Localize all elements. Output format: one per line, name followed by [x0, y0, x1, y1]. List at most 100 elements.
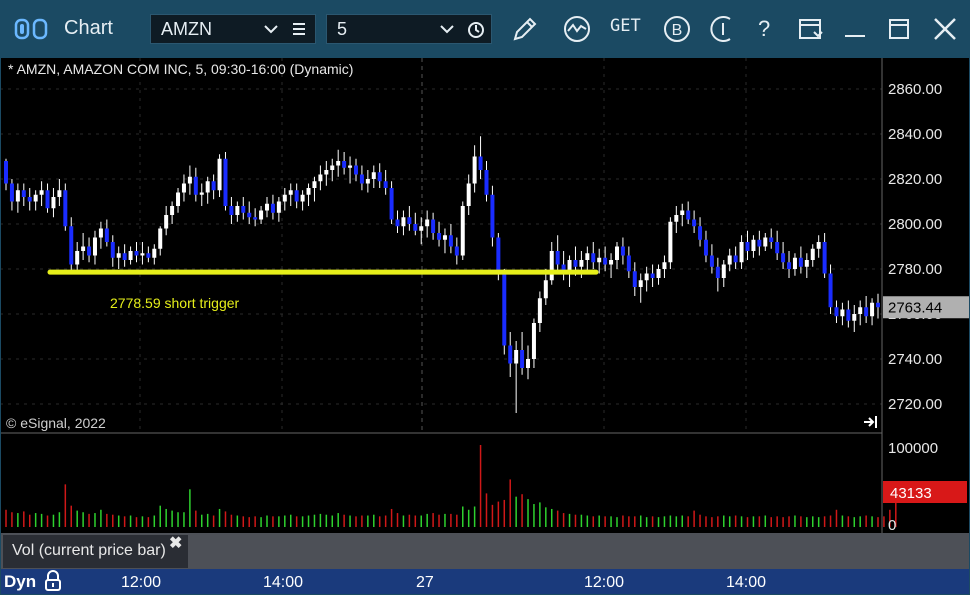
candle-body — [520, 350, 525, 368]
candle-body — [69, 226, 74, 265]
draw-pencil-icon[interactable] — [510, 14, 540, 44]
volume-bar — [444, 513, 446, 527]
b-circle-icon[interactable]: B — [662, 14, 692, 44]
volume-bar — [117, 515, 120, 527]
candle-body — [57, 190, 62, 197]
candle-body — [502, 273, 507, 346]
volume-bar — [361, 515, 363, 527]
help-icon[interactable]: ? — [752, 14, 782, 44]
volume-bar — [165, 508, 167, 527]
candle-body — [484, 170, 489, 195]
chevron-down-icon[interactable] — [439, 23, 455, 35]
volume-bar — [598, 515, 600, 527]
candle-body — [650, 273, 655, 278]
volume-bar — [367, 515, 369, 527]
volume-bar — [681, 515, 683, 527]
candle-body — [288, 190, 293, 195]
volume-bar — [438, 514, 440, 527]
candle-body — [87, 246, 92, 256]
volume-bar — [218, 508, 221, 527]
y-tick-label: 2800.00 — [888, 216, 942, 233]
volume-bar — [811, 516, 814, 527]
volume-bar — [610, 516, 612, 527]
volume-bar — [586, 515, 589, 527]
volume-bar — [408, 514, 411, 527]
info-circle-icon[interactable] — [708, 14, 738, 44]
volume-bar — [616, 517, 618, 527]
volume-bar — [23, 511, 25, 527]
candle-body — [603, 257, 608, 265]
volume-bar — [100, 509, 102, 527]
candle-body — [81, 246, 86, 251]
get-icon[interactable]: GET — [608, 14, 644, 44]
volume-bar — [46, 515, 49, 527]
volume-bar — [349, 515, 351, 527]
interval-select[interactable]: 5 — [326, 14, 492, 44]
volume-bar — [728, 516, 731, 527]
minimize-icon[interactable] — [840, 14, 870, 44]
volume-bar — [5, 509, 7, 527]
candle-body — [21, 190, 26, 197]
study-icon[interactable] — [562, 14, 592, 44]
dynamic-mode-label[interactable]: Dyn — [4, 572, 36, 592]
y-tick-label: 2740.00 — [888, 351, 942, 368]
settings-window-icon[interactable] — [796, 14, 826, 44]
volume-bar — [355, 516, 357, 527]
candle-body — [158, 228, 163, 249]
candle-body — [656, 269, 661, 278]
close-study-icon[interactable]: ✖ — [169, 533, 182, 553]
candle-body — [229, 206, 234, 215]
price-chart[interactable]: * AMZN, AMAZON COM INC, 5, 09:30-16:00 (… — [0, 58, 970, 533]
volume-bar — [390, 508, 393, 527]
volume-bar — [628, 516, 630, 527]
volume-bar — [313, 514, 316, 527]
candle-body — [531, 323, 536, 359]
candle-body — [680, 210, 685, 215]
candle-body — [781, 253, 786, 263]
candle-body — [852, 314, 857, 321]
candle-body — [377, 172, 382, 182]
volume-bar — [473, 506, 476, 527]
candle-body — [259, 210, 264, 220]
volume-bar — [462, 506, 464, 527]
candle-body — [442, 235, 447, 240]
maximize-icon[interactable] — [884, 14, 914, 44]
lock-icon[interactable] — [43, 570, 63, 592]
candle-body — [686, 210, 691, 220]
volume-bar — [734, 515, 737, 527]
clock-icon[interactable] — [467, 21, 485, 39]
volume-bar — [634, 516, 636, 527]
candle — [502, 269, 507, 355]
volume-bar — [402, 515, 405, 527]
candle-body — [858, 307, 863, 314]
volume-bar — [865, 515, 867, 527]
volume-last-label: 43133 — [890, 485, 932, 502]
candle-body — [775, 242, 780, 254]
volume-bar — [331, 515, 334, 527]
candle-body — [567, 260, 572, 272]
candle-body — [63, 190, 68, 227]
list-menu-icon[interactable] — [291, 22, 307, 36]
candle-body — [870, 302, 875, 317]
candle-body — [626, 255, 631, 272]
candle-body — [193, 176, 198, 195]
candle-body — [306, 188, 311, 195]
volume-bar — [853, 517, 856, 527]
candle-body — [644, 273, 649, 281]
symbol-select[interactable]: AMZN — [150, 14, 316, 44]
close-icon[interactable] — [930, 14, 960, 44]
candle-body — [425, 219, 430, 227]
chevron-down-icon[interactable] — [263, 23, 279, 35]
volume-bar — [604, 516, 606, 527]
volume-bar — [135, 517, 138, 527]
volume-bar — [195, 510, 197, 527]
candle-body — [597, 257, 602, 263]
candle-body — [543, 280, 548, 299]
volume-bar — [153, 515, 156, 527]
candle-body — [448, 235, 453, 247]
volume-bar — [319, 513, 322, 527]
volume-tick-top: 100000 — [888, 440, 938, 457]
candle-body — [187, 176, 192, 184]
candle-body — [217, 158, 222, 191]
candle-body — [739, 242, 744, 263]
